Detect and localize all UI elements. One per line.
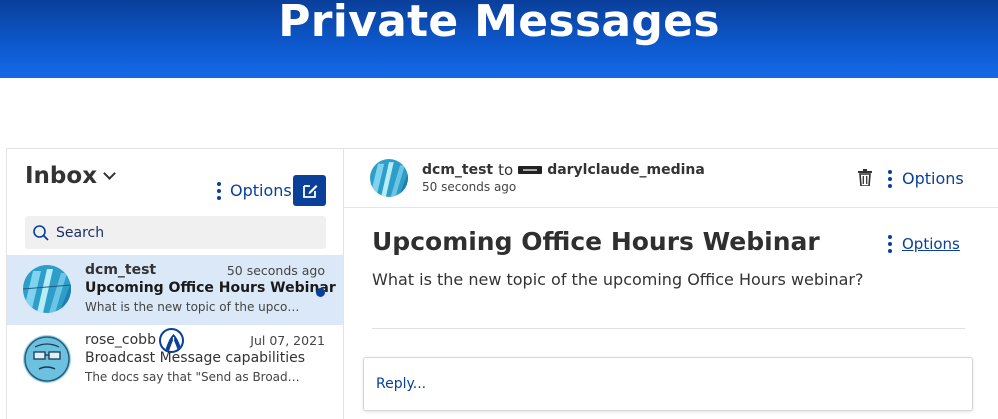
message-subject: Broadcast Message capabilities: [85, 350, 305, 366]
thread-options-label: Options: [902, 169, 964, 188]
inbox-pane: Inbox Options dcm_test: [6, 148, 343, 419]
chevron-down-icon: [103, 166, 116, 180]
message-date: 50 seconds ago: [226, 263, 325, 278]
rank-chip-icon: [518, 166, 543, 174]
message-snippet: The docs say that "Send as Broadcast mes…: [85, 370, 305, 384]
inbox-options-label: Options: [230, 181, 292, 200]
unread-indicator: [316, 288, 325, 297]
inbox-title: Inbox: [25, 163, 98, 189]
to-word: to: [498, 161, 514, 179]
reply-input[interactable]: Reply...: [363, 357, 973, 411]
thread-participants: dcm_test to darylclaude_medina: [422, 161, 705, 179]
kebab-icon: [887, 169, 893, 188]
avatar: [23, 335, 71, 383]
inbox-options-button[interactable]: Options: [216, 181, 292, 200]
message-sender: rose_cobb: [85, 332, 156, 348]
message-options-label: Options: [902, 235, 960, 253]
thread-subject: Upcoming Office Hours Webinar: [372, 227, 820, 256]
message-snippet: What is the new topic of the upcoming Of…: [85, 300, 305, 314]
kebab-icon: [887, 235, 893, 253]
message-sender: dcm_test: [85, 262, 157, 278]
message-list-item-2[interactable]: rose_cobb Jul 07, 2021 Broadcast Message…: [7, 325, 343, 395]
avatar: [370, 159, 408, 197]
thread-timestamp: 50 seconds ago: [422, 180, 517, 194]
compose-icon: [302, 184, 317, 198]
divider: [344, 207, 998, 208]
divider: [372, 328, 965, 329]
message-body: What is the new topic of the upcoming Of…: [372, 270, 864, 289]
message-thread-pane: dcm_test to darylclaude_medina 50 second…: [343, 148, 998, 419]
kebab-icon: [216, 181, 222, 200]
message-options-button[interactable]: Options: [887, 235, 960, 253]
thread-options-button[interactable]: Options: [887, 169, 964, 188]
page-banner: Private Messages: [0, 0, 998, 78]
sender-name[interactable]: dcm_test: [422, 162, 493, 178]
message-subject: Upcoming Office Hours Webinar: [85, 280, 336, 296]
search-icon: [33, 224, 49, 241]
search-input[interactable]: [56, 224, 296, 241]
reply-placeholder: Reply...: [376, 376, 427, 392]
search-box: [25, 216, 326, 249]
compose-button[interactable]: [293, 175, 326, 206]
recipient-name[interactable]: darylclaude_medina: [547, 162, 705, 178]
message-list-item-1[interactable]: dcm_test 50 seconds ago Upcoming Office …: [7, 255, 343, 325]
trash-icon[interactable]: [858, 169, 872, 186]
message-date: Jul 07, 2021: [250, 333, 325, 348]
page-title: Private Messages: [278, 0, 720, 47]
avatar: [23, 265, 71, 313]
inbox-dropdown[interactable]: Inbox: [25, 163, 116, 189]
